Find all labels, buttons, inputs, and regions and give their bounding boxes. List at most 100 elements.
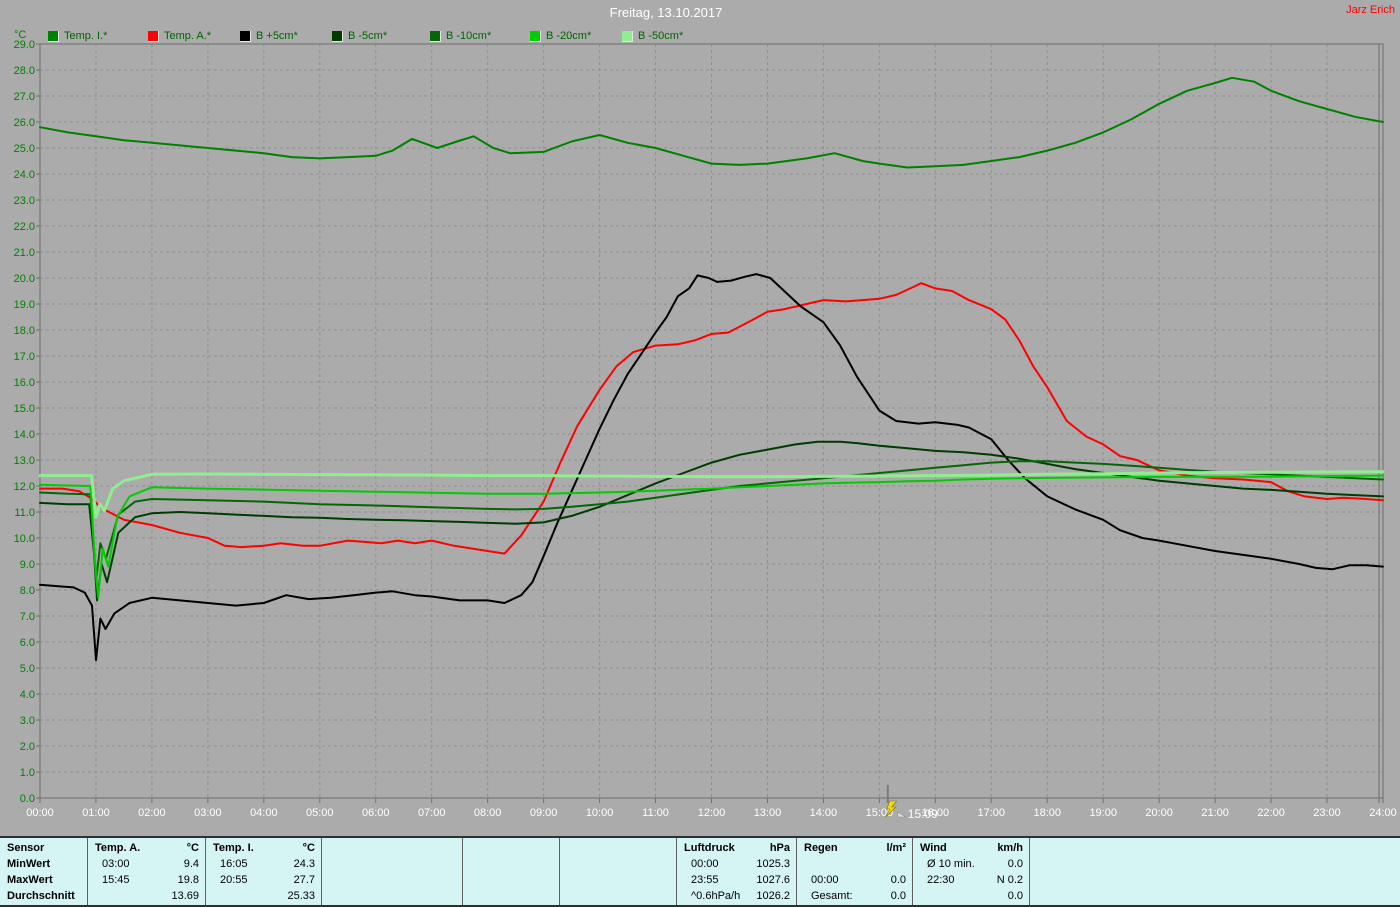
cell-value: 0.0	[890, 874, 906, 886]
cell-time	[920, 888, 927, 904]
column-header: Wind km/h	[913, 840, 1029, 856]
cell-time	[1037, 888, 1044, 904]
x-tick-label: 24:00	[1369, 807, 1397, 819]
row-label: MaxWert	[7, 874, 53, 886]
x-tick-label: 20:00	[1145, 807, 1173, 819]
cell-time: 15:45	[102, 874, 130, 886]
table-row-label: Sensor	[0, 840, 87, 856]
table-row: ^0.6hPa/h 1026.2	[677, 888, 796, 904]
x-tick-label: 10:00	[586, 807, 614, 819]
table-row	[463, 888, 559, 904]
table-row	[560, 872, 676, 888]
y-tick-label: 19.0	[14, 299, 35, 311]
cell-value: 27.7	[293, 874, 315, 886]
y-tick-label: 6.0	[20, 637, 35, 649]
y-tick-label: 27.0	[14, 91, 35, 103]
column-unit: hPa	[769, 842, 790, 854]
y-tick-label: 16.0	[14, 377, 35, 389]
temperature-chart: °C 0.0 1.0 2.0 3.0 4.0 5.0 6.0 7.0 8.0 9.0 10.0 11.0…	[0, 0, 1400, 835]
cell-time	[804, 856, 811, 872]
column-name: Temp. A.	[95, 842, 141, 854]
table-row: 00:00 1025.3	[677, 856, 796, 872]
column-header	[1030, 840, 1400, 856]
x-tick-label: 19:00	[1089, 807, 1117, 819]
cell-time	[213, 888, 220, 904]
x-tick-label: 08:00	[474, 807, 502, 819]
y-tick-label: 15.0	[14, 403, 35, 415]
table-column-regen: Regen l/m² 00:00 0.0 Gesamt: 0.0	[797, 838, 913, 905]
cell-time	[567, 856, 574, 872]
y-tick-label: 14.0	[14, 429, 35, 441]
y-tick-label: 0.0	[20, 793, 35, 805]
cell-value: 19.8	[177, 874, 199, 886]
y-tick-label: 11.0	[14, 507, 35, 519]
cell-time: Gesamt:	[811, 890, 853, 902]
table-row	[463, 856, 559, 872]
cell-time: ^0.6hPa/h	[691, 890, 741, 902]
y-tick-label: 26.0	[14, 117, 35, 129]
table-column-empty-2	[322, 838, 463, 905]
x-tick-label: 17:00	[978, 807, 1006, 819]
x-tick-label: 05:00	[306, 807, 334, 819]
table-row: 00:00 0.0	[797, 872, 912, 888]
cell-time: 22:30	[927, 874, 955, 886]
x-tick-label: 23:00	[1313, 807, 1341, 819]
table-row	[322, 856, 462, 872]
x-tick-label: 06:00	[362, 807, 390, 819]
y-tick-label: 13.0	[14, 455, 35, 467]
table-row: Gesamt: 0.0	[797, 888, 912, 904]
cell-value: 1026.2	[756, 890, 790, 902]
cell-time: 03:00	[102, 858, 130, 870]
x-tick-label: 07:00	[418, 807, 446, 819]
x-tick-label: 03:00	[194, 807, 222, 819]
x-tick-label: 22:00	[1257, 807, 1285, 819]
cell-time: Ø 10 min.	[927, 858, 975, 870]
column-name: Regen	[804, 842, 838, 854]
cell-time	[470, 872, 477, 888]
x-tick-label: 09:00	[530, 807, 558, 819]
x-tick-label: 01:00	[82, 807, 110, 819]
table-row: 25.33	[206, 888, 321, 904]
cell-time	[567, 872, 574, 888]
column-header	[322, 840, 462, 856]
table-row	[322, 872, 462, 888]
y-tick-label: 9.0	[20, 559, 35, 571]
column-header: Luftdruck hPa	[677, 840, 796, 856]
cell-time: 00:00	[811, 874, 839, 886]
y-tick-label: 10.0	[14, 533, 35, 545]
row-label: Durchschnitt	[7, 890, 75, 902]
cell-time	[329, 872, 336, 888]
y-tick-label: 29.0	[14, 39, 35, 51]
table-row	[463, 872, 559, 888]
marker-triangle-icon	[897, 811, 907, 818]
y-tick-label: 12.0	[14, 481, 35, 493]
cell-value: 0.0	[1007, 858, 1023, 870]
column-name: Luftdruck	[684, 842, 735, 854]
table-row	[1030, 856, 1400, 872]
table-column-empty-8	[1030, 838, 1400, 905]
x-tick-label: 04:00	[250, 807, 278, 819]
table-row: 16:05 24.3	[206, 856, 321, 872]
weather-station-report: Freitag, 13.10.2017 Jarz Erich Temp. I.*…	[0, 0, 1400, 907]
table-row: 23:55 1027.6	[677, 872, 796, 888]
cell-time	[567, 888, 574, 904]
cell-time	[329, 888, 336, 904]
row-label: Sensor	[7, 842, 45, 854]
time-marker-label: 15:09	[908, 807, 938, 821]
table-column-luftdruck: Luftdruck hPa 00:00 1025.3 23:55 1027.6 ^0.6hP…	[677, 838, 797, 905]
cell-time: 23:55	[691, 874, 719, 886]
y-tick-label: 7.0	[20, 611, 35, 623]
cell-time: 00:00	[691, 858, 719, 870]
x-tick-label: 13:00	[754, 807, 782, 819]
table-row: 0.0	[913, 888, 1029, 904]
table-column-empty-4	[560, 838, 677, 905]
cell-value: 0.0	[1007, 890, 1023, 902]
cell-value: 9.4	[183, 858, 199, 870]
x-tick-label: 21:00	[1201, 807, 1229, 819]
cell-time	[95, 888, 102, 904]
cell-time	[1037, 872, 1044, 888]
table-column-labels: Sensor MinWert MaxWert Durchschnitt	[0, 838, 88, 905]
cell-value: 1025.3	[756, 858, 790, 870]
column-header: Temp. A. °C	[88, 840, 205, 856]
y-tick-label: 22.0	[14, 221, 35, 233]
